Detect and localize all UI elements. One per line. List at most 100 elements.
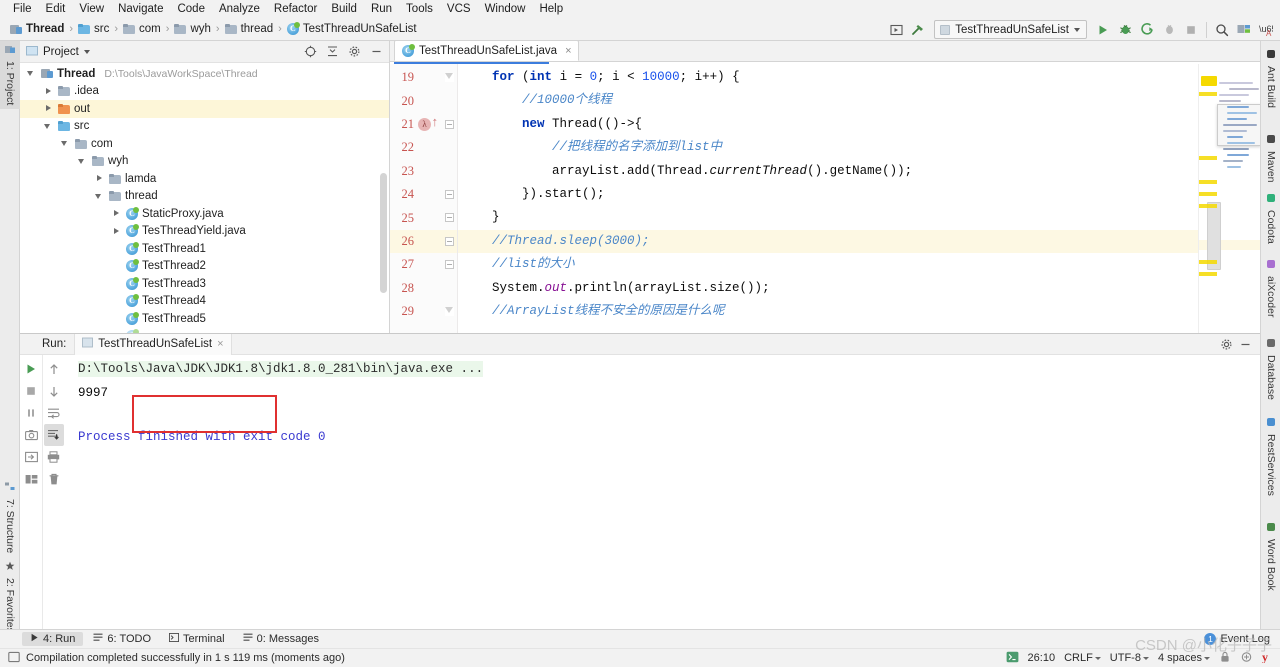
tree-node[interactable]: C TestThread2 xyxy=(20,258,389,276)
translate-icon[interactable]: \u6587A xyxy=(1256,20,1276,39)
right-tool-tab-database[interactable]: Database xyxy=(1261,334,1280,404)
tree-node[interactable]: C TestThread3 xyxy=(20,275,389,293)
pause-icon[interactable] xyxy=(21,402,41,424)
tree-node[interactable]: src xyxy=(20,118,389,136)
code-line[interactable]: for (int i = 0; i < 10000; i++) { xyxy=(458,66,1198,89)
event-log-button[interactable]: 1 Event Log xyxy=(1204,633,1280,645)
code-line[interactable]: } xyxy=(458,206,1198,229)
soft-wrap-icon[interactable] xyxy=(44,402,64,424)
settings-icon[interactable] xyxy=(1218,336,1235,353)
menu-item-analyze[interactable]: Analyze xyxy=(212,2,267,16)
profile-icon[interactable] xyxy=(1159,20,1179,39)
right-tool-tab-restservices[interactable]: RestServices xyxy=(1261,413,1280,500)
layout-icon[interactable] xyxy=(21,468,41,490)
code-line[interactable]: System.out.println(arrayList.size()); xyxy=(458,277,1198,300)
breadcrumb-item-testthreadunsafelist[interactable]: C TestThreadUnSafeList xyxy=(283,22,421,35)
editor-tab[interactable]: C TestThreadUnSafeList.java × xyxy=(394,40,579,61)
right-tool-tab-maven[interactable]: Maven xyxy=(1261,130,1280,187)
code-fold-collapse-icon[interactable] xyxy=(445,260,454,270)
stop-icon[interactable] xyxy=(21,380,41,402)
up-arrow-icon[interactable] xyxy=(44,358,64,380)
code-fold-region-icon[interactable] xyxy=(445,306,454,316)
code-fold-collapse-icon[interactable] xyxy=(445,189,454,199)
code-line[interactable]: //list的大小 xyxy=(458,253,1198,276)
code-line[interactable]: //ArrayList线程不安全的原因是什么呢 xyxy=(458,300,1198,323)
right-tool-tab-codota[interactable]: Codota xyxy=(1261,189,1280,248)
code-fold-region-icon[interactable] xyxy=(445,73,454,82)
close-icon[interactable]: × xyxy=(217,338,223,350)
right-tool-tab-wordbook[interactable]: Word Book xyxy=(1261,518,1280,595)
stop-icon[interactable] xyxy=(1181,20,1201,39)
gutter-line[interactable]: 22 xyxy=(390,136,457,159)
breadcrumb-item-thread[interactable]: Thread xyxy=(6,23,68,35)
project-panel-title-group[interactable]: Project xyxy=(26,45,90,59)
tree-node[interactable]: C TesThreadYield.java xyxy=(20,223,389,241)
menu-item-build[interactable]: Build xyxy=(324,2,364,16)
chevron-right-icon[interactable] xyxy=(43,86,54,97)
tree-node[interactable]: Thread D:\Tools\JavaWorkSpace\Thread xyxy=(20,65,389,83)
hide-icon[interactable] xyxy=(1237,336,1254,353)
print-icon[interactable] xyxy=(44,446,64,468)
gutter-line[interactable]: 21 λ ↑ xyxy=(390,113,457,136)
chevron-down-icon[interactable] xyxy=(43,121,54,132)
left-tool-tab-favorites[interactable]: 2: Favorites xyxy=(0,557,20,637)
project-structure-icon[interactable] xyxy=(1234,20,1254,39)
vcs-branch-icon[interactable]: y xyxy=(1262,650,1274,666)
code-fold-collapse-icon[interactable] xyxy=(445,119,454,129)
bottom-tab-messages[interactable]: 0: Messages xyxy=(235,632,327,646)
caret-position[interactable]: 26:10 xyxy=(1028,652,1056,664)
console-output[interactable]: D:\Tools\Java\JDK\JDK1.8\jdk1.8.0_281\bi… xyxy=(64,355,1260,631)
tree-node[interactable]: C StaticProxy.java xyxy=(20,205,389,223)
menu-item-help[interactable]: Help xyxy=(532,2,570,16)
tree-node[interactable]: com xyxy=(20,135,389,153)
tree-node[interactable]: out xyxy=(20,100,389,118)
debug-icon[interactable] xyxy=(1115,20,1135,39)
chevron-right-icon[interactable] xyxy=(43,103,54,114)
right-tool-tab-antbuild[interactable]: Ant Build xyxy=(1261,45,1280,112)
line-separator-selector[interactable]: CRLF xyxy=(1064,652,1101,664)
lambda-marker-icon[interactable]: λ xyxy=(418,117,431,131)
hammer-icon[interactable] xyxy=(908,20,928,39)
menu-item-refactor[interactable]: Refactor xyxy=(267,2,324,16)
implementing-method-arrow-icon[interactable]: ↑ xyxy=(431,116,439,129)
code-line[interactable]: //10000个线程 xyxy=(458,89,1198,112)
hide-icon[interactable] xyxy=(368,43,385,60)
chevron-down-icon[interactable] xyxy=(77,156,88,167)
run-session-tab[interactable]: TestThreadUnSafeList × xyxy=(74,333,232,355)
gutter-line[interactable]: 23 xyxy=(390,160,457,183)
menu-item-code[interactable]: Code xyxy=(170,2,212,16)
code-line[interactable]: //Thread.sleep(3000); xyxy=(458,229,1198,254)
chevron-down-icon[interactable] xyxy=(26,68,37,79)
chevron-right-icon[interactable] xyxy=(111,226,122,237)
menu-item-navigate[interactable]: Navigate xyxy=(111,2,170,16)
breadcrumb-item-thread[interactable]: thread xyxy=(221,23,278,35)
collapse-all-icon[interactable] xyxy=(324,43,341,60)
right-tool-tab-aixcoder[interactable]: aiXcoder xyxy=(1261,255,1280,321)
run-icon[interactable] xyxy=(1093,20,1113,39)
search-everywhere-icon[interactable] xyxy=(1212,20,1232,39)
gutter-line[interactable]: 19 xyxy=(390,66,457,89)
breadcrumb-item-src[interactable]: src xyxy=(74,23,113,35)
tree-node[interactable]: .idea xyxy=(20,83,389,101)
gutter-line[interactable]: 24 xyxy=(390,183,457,206)
export-icon[interactable] xyxy=(21,446,41,468)
down-arrow-icon[interactable] xyxy=(44,380,64,402)
scroll-to-end-icon[interactable] xyxy=(43,424,64,446)
code-line[interactable]: //把线程的名字添加到list中 xyxy=(458,136,1198,159)
locate-icon[interactable] xyxy=(302,43,319,60)
chevron-down-icon[interactable] xyxy=(60,138,71,149)
code-line[interactable]: new Thread(()->{ xyxy=(458,113,1198,136)
gutter-line[interactable]: 20 xyxy=(390,89,457,112)
menu-item-run[interactable]: Run xyxy=(364,2,399,16)
project-tree-scrollbar[interactable] xyxy=(380,173,387,293)
tree-node[interactable]: lamda xyxy=(20,170,389,188)
tree-node[interactable]: C TestThread4 xyxy=(20,293,389,311)
menu-item-tools[interactable]: Tools xyxy=(399,2,440,16)
run-with-coverage-icon[interactable] xyxy=(1137,20,1157,39)
run-configuration-selector[interactable]: TestThreadUnSafeList xyxy=(934,20,1087,39)
terminal-status-icon[interactable] xyxy=(1006,651,1019,666)
tree-node[interactable]: C TestThread1 xyxy=(20,240,389,258)
menu-item-view[interactable]: View xyxy=(72,2,111,16)
gutter-line[interactable]: 26 xyxy=(390,229,457,254)
breadcrumb-item-com[interactable]: com xyxy=(119,23,165,35)
